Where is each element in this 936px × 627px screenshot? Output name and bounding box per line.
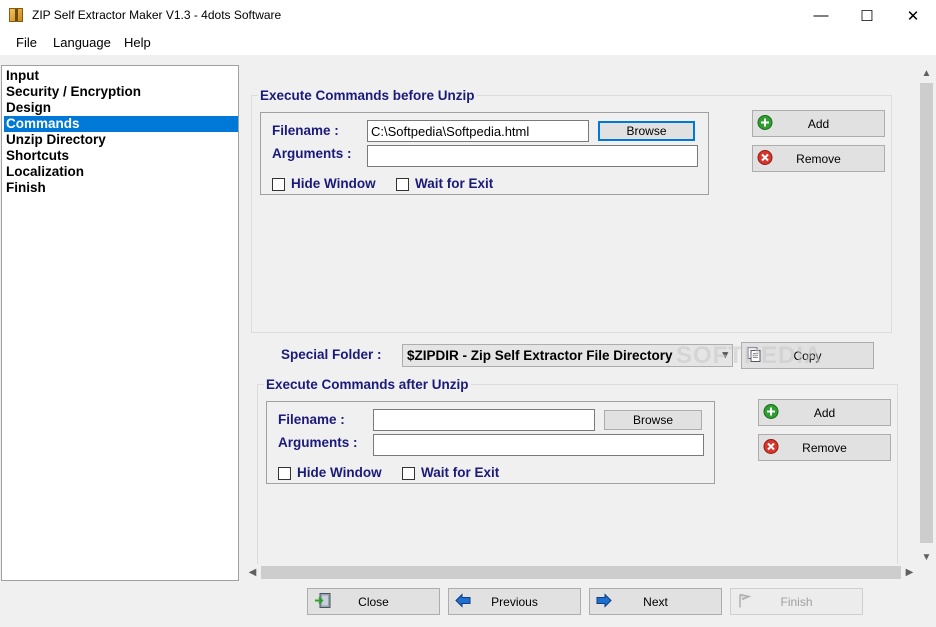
nav-item-commands[interactable]: Commands	[4, 116, 238, 132]
menu-file[interactable]: File	[16, 35, 37, 50]
special-folder-value: $ZIPDIR - Zip Self Extractor File Direct…	[407, 348, 673, 363]
before-arguments-input[interactable]	[367, 145, 698, 167]
nav-item-shortcuts[interactable]: Shortcuts	[4, 148, 238, 164]
after-remove-label: Remove	[802, 440, 847, 455]
before-filename-label: Filename :	[272, 123, 339, 138]
after-wait-exit-label: Wait for Exit	[421, 465, 500, 480]
nav-item-localization[interactable]: Localization	[4, 164, 238, 180]
scroll-left-icon[interactable]: ◀	[244, 564, 261, 581]
exit-door-icon	[314, 592, 332, 611]
before-unzip-title: Execute Commands before Unzip	[258, 88, 477, 103]
after-arguments-input[interactable]	[373, 434, 704, 456]
app-icon	[9, 8, 23, 22]
after-hide-window-checkbox[interactable]	[278, 467, 291, 480]
arrow-left-icon	[455, 592, 471, 610]
softpedia-watermark: SOFTPEDIA	[676, 342, 823, 369]
previous-label: Previous	[491, 594, 538, 609]
nav-item-security[interactable]: Security / Encryption	[4, 84, 238, 100]
close-button[interactable]: Close	[307, 588, 440, 615]
finish-label: Finish	[780, 594, 813, 609]
arrow-right-icon	[596, 592, 612, 610]
after-browse-button[interactable]: Browse	[604, 410, 702, 430]
close-window-button[interactable]: ✕	[890, 0, 936, 31]
next-button[interactable]: Next	[589, 588, 722, 615]
previous-button[interactable]: Previous	[448, 588, 581, 615]
finish-flag-icon	[737, 592, 753, 611]
horizontal-scrollbar[interactable]: ◀ ▶	[244, 564, 918, 581]
menu-language[interactable]: Language	[53, 35, 111, 50]
before-wait-exit-label: Wait for Exit	[415, 176, 494, 191]
after-filename-label: Filename :	[278, 412, 345, 427]
close-label: Close	[358, 594, 389, 609]
after-filename-input[interactable]	[373, 409, 595, 431]
vertical-scroll-thumb[interactable]	[920, 83, 933, 543]
add-icon	[763, 403, 779, 422]
after-hide-window-label: Hide Window	[297, 465, 382, 480]
before-arguments-label: Arguments :	[272, 146, 352, 161]
minimize-button[interactable]: —	[798, 0, 844, 31]
finish-button[interactable]: Finish	[730, 588, 863, 615]
scroll-up-icon[interactable]: ▲	[918, 65, 935, 82]
before-remove-label: Remove	[796, 151, 841, 166]
after-add-button[interactable]: Add	[758, 399, 891, 426]
before-browse-button[interactable]: Browse	[598, 121, 695, 141]
nav-item-finish[interactable]: Finish	[4, 180, 238, 196]
after-arguments-label: Arguments :	[278, 435, 358, 450]
window-title: ZIP Self Extractor Maker V1.3 - 4dots So…	[32, 8, 282, 22]
before-wait-exit-checkbox[interactable]	[396, 178, 409, 191]
after-browse-label: Browse	[632, 413, 673, 427]
before-hide-window-label: Hide Window	[291, 176, 376, 191]
next-label: Next	[643, 594, 668, 609]
scroll-down-icon[interactable]: ▼	[918, 549, 935, 566]
title-bar: ZIP Self Extractor Maker V1.3 - 4dots So…	[0, 0, 936, 31]
wizard-step-list: Input Security / Encryption Design Comma…	[1, 65, 239, 581]
vertical-scrollbar[interactable]: ▲ ▼	[918, 65, 935, 567]
maximize-button[interactable]: ☐	[844, 0, 890, 31]
nav-item-input[interactable]: Input	[4, 68, 238, 84]
before-remove-button[interactable]: Remove	[752, 145, 885, 172]
after-wait-exit-checkbox[interactable]	[402, 467, 415, 480]
before-add-label: Add	[807, 116, 830, 131]
special-folder-label: Special Folder :	[281, 347, 382, 362]
remove-icon	[757, 149, 773, 168]
menu-bar: File Language Help	[0, 31, 936, 55]
before-add-button[interactable]: Add	[752, 110, 885, 137]
before-filename-input[interactable]	[367, 120, 589, 142]
nav-item-design[interactable]: Design	[4, 100, 238, 116]
horizontal-scroll-thumb[interactable]	[261, 566, 901, 579]
after-unzip-title: Execute Commands after Unzip	[264, 377, 471, 392]
add-icon	[757, 114, 773, 133]
remove-icon	[763, 438, 779, 457]
menu-help[interactable]: Help	[124, 35, 151, 50]
after-remove-button[interactable]: Remove	[758, 434, 891, 461]
scroll-right-icon[interactable]: ▶	[901, 564, 918, 581]
before-hide-window-checkbox[interactable]	[272, 178, 285, 191]
after-add-label: Add	[813, 405, 836, 420]
nav-item-unzip-directory[interactable]: Unzip Directory	[4, 132, 238, 148]
before-browse-label: Browse	[626, 124, 667, 138]
